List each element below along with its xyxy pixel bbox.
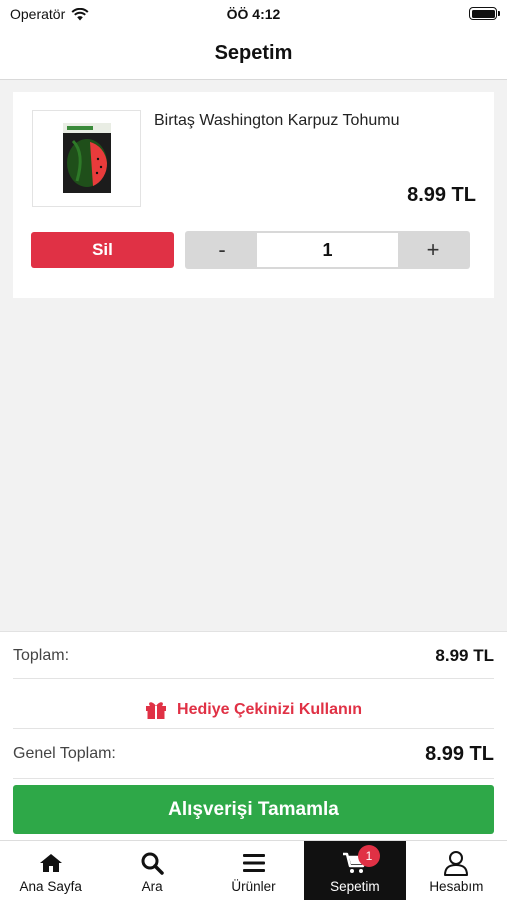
tab-cart-label: Sepetim bbox=[330, 879, 380, 894]
subtotal-row: Toplam: 8.99 TL bbox=[13, 644, 494, 668]
tab-search-label: Ara bbox=[141, 879, 163, 894]
gift-voucher-label: Hediye Çekinizi Kullanın bbox=[177, 701, 362, 718]
divider bbox=[13, 678, 494, 679]
product-name[interactable]: Birtaş Washington Karpuz Tohumu bbox=[154, 112, 399, 130]
page-title: Sepetim bbox=[214, 42, 293, 64]
tab-products-label: Ürünler bbox=[231, 879, 276, 894]
home-icon bbox=[39, 854, 62, 872]
order-summary: Toplam: 8.99 TL Hediye Çekinizi Kullanın… bbox=[0, 631, 507, 840]
tab-home-label: Ana Sayfa bbox=[19, 879, 82, 894]
quantity-value[interactable]: 1 bbox=[257, 233, 398, 267]
divider bbox=[13, 728, 494, 729]
tab-account[interactable]: Hesabım bbox=[406, 841, 507, 900]
menu-icon bbox=[242, 854, 265, 872]
divider bbox=[13, 778, 494, 779]
increase-quantity-button[interactable]: + bbox=[398, 233, 468, 267]
tab-bar: Ana Sayfa Ara Ürünler 1 Sepetim Hesabım bbox=[0, 840, 507, 900]
total-row: Genel Toplam: 8.99 TL bbox=[13, 740, 494, 768]
nav-bar: Sepetim bbox=[0, 28, 507, 80]
cart-badge: 1 bbox=[357, 845, 380, 867]
product-image[interactable] bbox=[32, 110, 141, 207]
tab-cart[interactable]: 1 Sepetim bbox=[304, 841, 406, 900]
cart-item: Birtaş Washington Karpuz Tohumu 8.99 TL … bbox=[13, 92, 494, 298]
delete-button[interactable]: Sil bbox=[31, 232, 174, 268]
checkout-button[interactable]: Alışverişi Tamamla bbox=[13, 785, 494, 834]
tab-search[interactable]: Ara bbox=[101, 841, 202, 900]
total-label: Genel Toplam: bbox=[13, 745, 116, 762]
total-value: 8.99 TL bbox=[425, 742, 494, 765]
decrease-quantity-button[interactable]: - bbox=[187, 233, 257, 267]
search-icon bbox=[141, 852, 164, 875]
watermelon-seed-pack-image bbox=[63, 123, 111, 193]
user-icon bbox=[444, 851, 469, 876]
tab-home[interactable]: Ana Sayfa bbox=[0, 841, 101, 900]
subtotal-value: 8.99 TL bbox=[435, 646, 494, 665]
subtotal-label: Toplam: bbox=[13, 647, 70, 664]
status-time: ÖÖ 4:12 bbox=[226, 6, 281, 22]
status-bar: Operatör ÖÖ 4:12 bbox=[0, 0, 507, 28]
tab-products[interactable]: Ürünler bbox=[203, 841, 304, 900]
battery-icon bbox=[469, 7, 500, 20]
gift-voucher-button[interactable]: Hediye Çekinizi Kullanın bbox=[13, 690, 494, 730]
quantity-stepper: - 1 + bbox=[185, 231, 470, 269]
product-price: 8.99 TL bbox=[407, 184, 476, 206]
gift-icon bbox=[146, 702, 167, 719]
tab-account-label: Hesabım bbox=[429, 879, 484, 894]
